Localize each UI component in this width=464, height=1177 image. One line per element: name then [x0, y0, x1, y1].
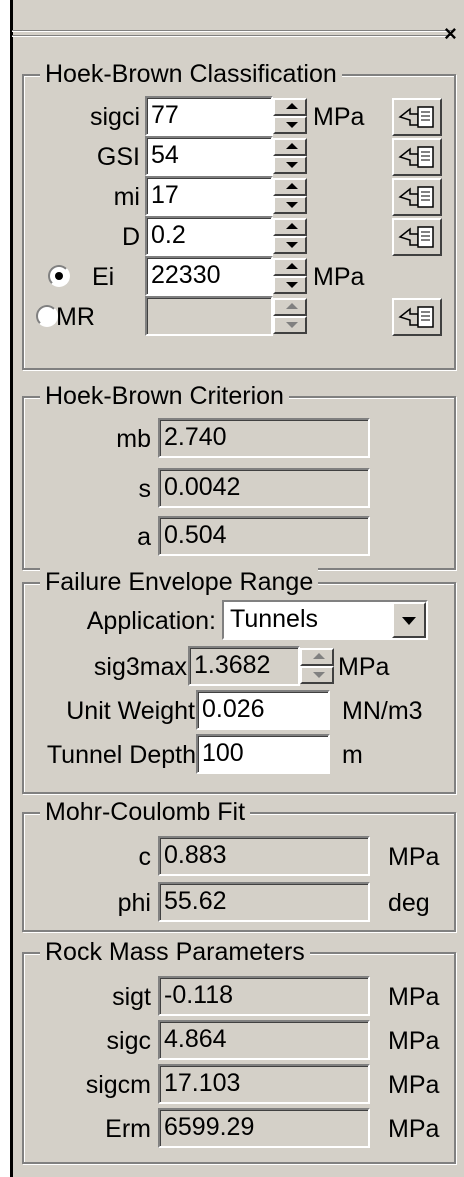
erm-label: Erm — [105, 1115, 151, 1143]
chevron-down-icon[interactable] — [392, 602, 426, 638]
group-title: Rock Mass Parameters — [40, 935, 310, 969]
ei-label: Ei — [92, 263, 115, 291]
sigcm-label: sigcm — [85, 1071, 151, 1099]
mi-label: mi — [113, 183, 140, 211]
sigt-unit: MPa — [388, 983, 440, 1011]
gsi-label: GSI — [96, 143, 140, 171]
mb-label: mb — [116, 425, 151, 453]
sigci-unit: MPa — [313, 103, 365, 131]
group-title: Hoek-Brown Criterion — [40, 379, 289, 413]
ei-radio[interactable] — [48, 265, 70, 287]
group-title: Hoek-Brown Classification — [40, 57, 342, 91]
ei-input[interactable]: 22330 — [145, 256, 273, 296]
panel-drag-grip[interactable] — [12, 30, 452, 39]
phi-unit: deg — [388, 889, 430, 917]
sigcm-unit: MPa — [388, 1071, 440, 1099]
sig3max-unit: MPa — [338, 653, 390, 681]
sigt-value: -0.118 — [158, 976, 370, 1016]
erm-unit: MPa — [388, 1115, 440, 1143]
sigci-label: sigci — [89, 103, 140, 131]
sigt-label: sigt — [112, 983, 151, 1011]
mr-radio[interactable] — [36, 305, 58, 327]
c-unit: MPa — [388, 843, 440, 871]
pick-value-hand-icon — [398, 146, 434, 168]
a-value: 0.504 — [158, 516, 370, 556]
sigc-unit: MPa — [388, 1027, 440, 1055]
mr-input[interactable] — [145, 296, 273, 336]
mi-input[interactable]: 17 — [145, 176, 273, 216]
phi-label: phi — [117, 889, 151, 917]
sig3max-value: 1.3682 — [188, 646, 300, 686]
sig3max-spinner[interactable] — [300, 646, 334, 686]
group-title: Mohr-Coulomb Fit — [40, 795, 251, 829]
pick-value-hand-icon — [398, 226, 434, 248]
unit-weight-unit: MN/m3 — [342, 697, 423, 725]
ei-spinner[interactable] — [273, 256, 307, 296]
s-value: 0.0042 — [158, 468, 370, 508]
sig3max-label: sig3max — [93, 653, 187, 681]
gsi-pick-button[interactable] — [392, 138, 442, 176]
mi-pick-button[interactable] — [392, 178, 442, 216]
gsi-input[interactable]: 54 — [145, 136, 273, 176]
tunnel-depth-unit: m — [342, 741, 363, 769]
d-label: D — [121, 223, 140, 251]
d-input[interactable]: 0.2 — [145, 216, 273, 256]
pick-value-hand-icon — [398, 186, 434, 208]
mr-pick-button[interactable] — [392, 298, 442, 336]
d-spinner[interactable] — [273, 216, 307, 256]
mr-label: MR — [56, 303, 95, 331]
a-label: a — [137, 523, 151, 551]
c-value: 0.883 — [158, 836, 370, 876]
group-title: Failure Envelope Range — [40, 565, 319, 599]
sigc-value: 4.864 — [158, 1020, 370, 1060]
sigci-input[interactable]: 77 — [145, 96, 273, 136]
application-select[interactable]: Tunnels — [222, 600, 428, 640]
mb-value: 2.740 — [158, 418, 370, 458]
close-icon[interactable]: × — [444, 23, 457, 45]
application-value: Tunnels — [230, 605, 319, 633]
unit-weight-label: Unit Weight — [66, 697, 195, 725]
pick-value-hand-icon — [398, 106, 434, 128]
application-label: Application: — [86, 607, 216, 635]
sigc-label: sigc — [106, 1027, 151, 1055]
mi-spinner[interactable] — [273, 176, 307, 216]
tunnel-depth-label: Tunnel Depth — [46, 741, 196, 769]
pick-value-hand-icon — [398, 306, 434, 328]
c-label: c — [138, 843, 152, 871]
parameters-panel-window: × Hoek-Brown Classification sigci 77 MPa… — [0, 0, 464, 1177]
ei-unit: MPa — [313, 263, 365, 291]
gsi-spinner[interactable] — [273, 136, 307, 176]
sigcm-value: 17.103 — [158, 1064, 370, 1104]
s-label: s — [138, 475, 152, 503]
sigci-spinner[interactable] — [273, 96, 307, 136]
mr-spinner[interactable] — [273, 296, 307, 336]
tunnel-depth-input[interactable]: 100 — [196, 734, 330, 774]
erm-value: 6599.29 — [158, 1108, 370, 1148]
d-pick-button[interactable] — [392, 218, 442, 256]
phi-value: 55.62 — [158, 882, 370, 922]
unit-weight-input[interactable]: 0.026 — [196, 690, 330, 730]
sigci-pick-button[interactable] — [392, 98, 442, 136]
